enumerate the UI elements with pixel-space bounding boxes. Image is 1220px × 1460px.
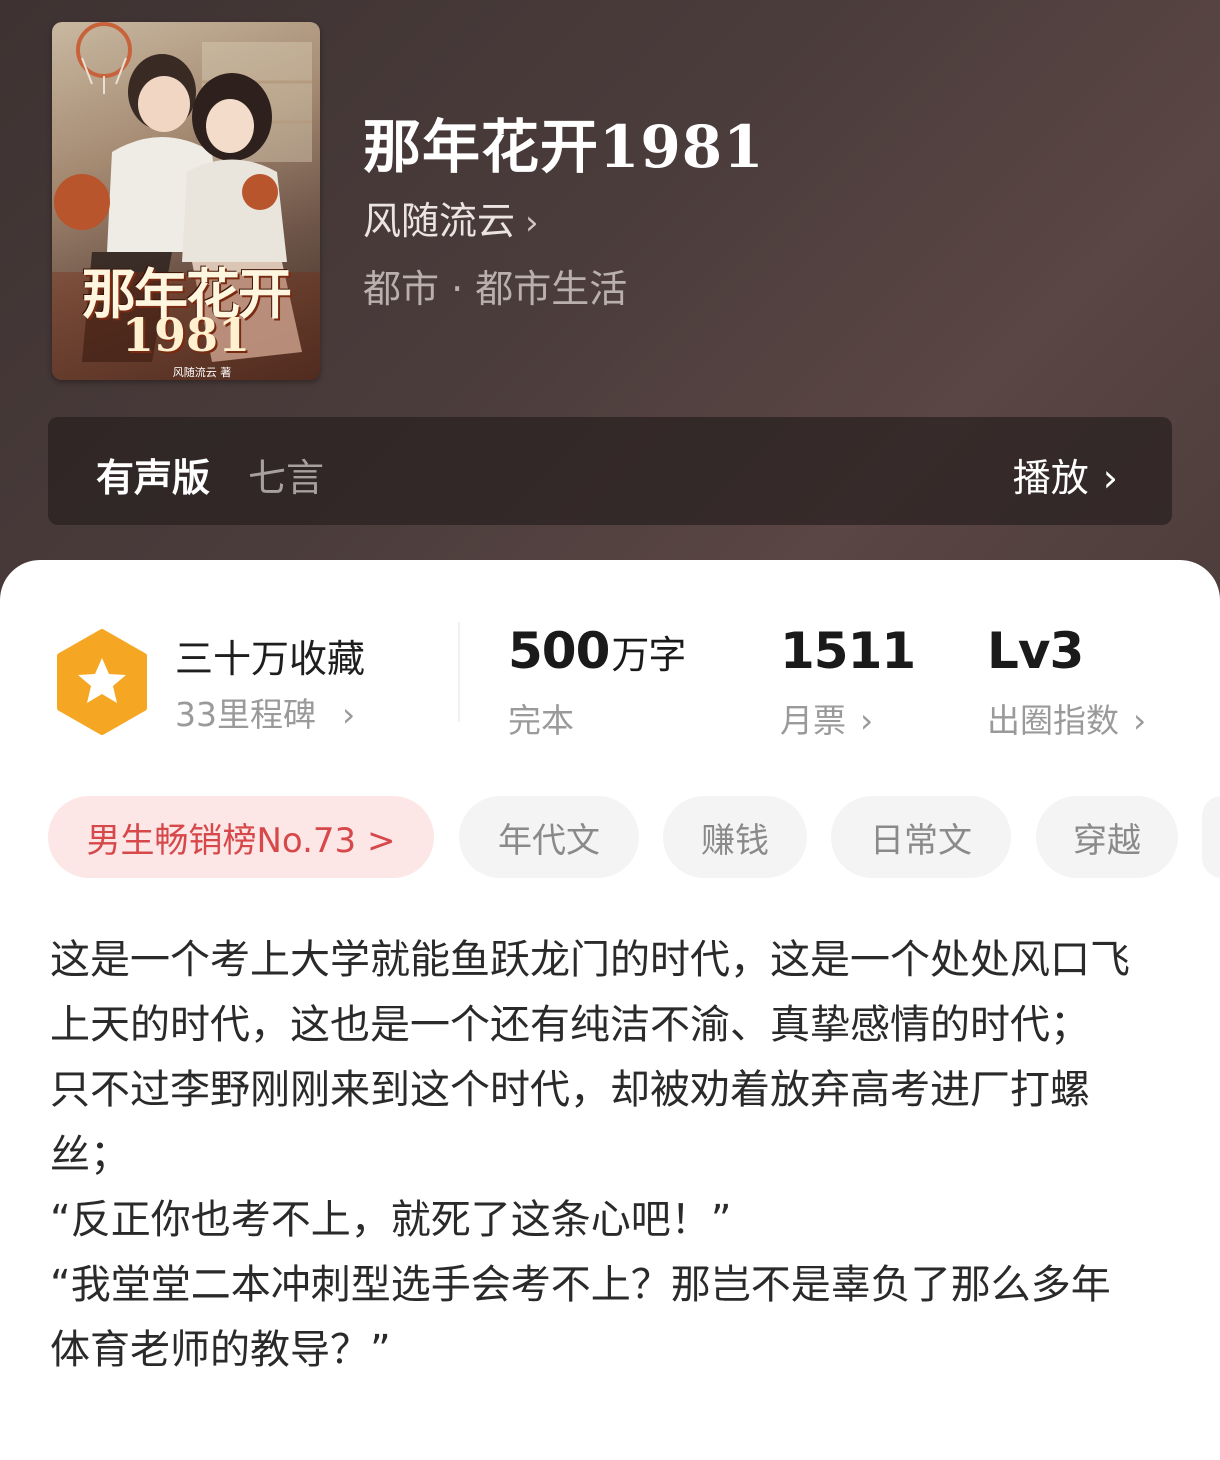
popularity-level: Lv3 — [987, 622, 1084, 680]
book-title: 那年花开1981 — [363, 113, 765, 181]
book-cover[interactable]: 那年花开 1981 风随流云 著 — [52, 22, 320, 380]
chevron-right-icon: › — [1102, 456, 1118, 500]
word-count-unit: 万字 — [611, 633, 686, 677]
author-name: 风随流云 — [363, 199, 516, 243]
popularity-index-label: 出圈指数 — [987, 701, 1119, 740]
play-label: 播放 — [1012, 456, 1089, 500]
tag-daily-life[interactable]: 日常文 — [831, 796, 1011, 878]
stats-divider — [458, 622, 460, 722]
cover-year-text: 1981 — [121, 308, 251, 362]
chevron-right-icon: › — [525, 203, 539, 243]
ranking-tag[interactable]: 男生畅销榜No.73 > — [48, 796, 434, 878]
tag-make-money[interactable]: 赚钱 — [663, 796, 807, 878]
author-link[interactable]: 风随流云 › — [363, 190, 539, 245]
chevron-right-icon: › — [860, 701, 874, 740]
monthly-votes-label: 月票 — [780, 701, 846, 740]
tag-time-travel[interactable]: 穿越 — [1036, 796, 1178, 878]
play-button[interactable]: 播放 › — [1013, 447, 1118, 502]
audio-narrator: 七言 — [248, 456, 325, 500]
monthly-votes-count: 1511 — [780, 622, 916, 680]
audio-version-label: 有声版 — [96, 456, 211, 500]
word-count: 500万字 — [508, 622, 686, 680]
book-header: 那年花开 1981 风随流云 著 那年花开1981 风随流云 › 都市 · 都市生… — [0, 0, 1220, 600]
milestone-link[interactable]: 33里程碑 › — [175, 688, 355, 736]
tag-overflow[interactable] — [1202, 796, 1220, 878]
favorites-count: 三十万收藏 — [175, 637, 366, 681]
description-paragraph: 这是一个考上大学就能鱼跃龙门的时代，这是一个处处风口飞上天的时代，这也是一个还有… — [50, 937, 1130, 1048]
audio-version-bar[interactable]: 有声版 七言 播放 › — [48, 417, 1172, 525]
cover-author-text: 风随流云 著 — [172, 366, 232, 379]
star-badge-icon — [57, 629, 147, 735]
chevron-right-icon: › — [342, 695, 356, 734]
description-paragraph: 只不过李野刚刚来到这个时代，却被劝着放弃高考进厂打螺丝； — [50, 1067, 1090, 1178]
description-paragraph: “我堂堂二本冲刺型选手会考不上？那岂不是辜负了那么多年体育老师的教导？” — [50, 1262, 1111, 1373]
word-count-number: 500 — [508, 622, 610, 680]
description-paragraph: “反正你也考不上，就死了这条心吧！” — [50, 1197, 732, 1243]
chevron-right-icon: › — [1133, 701, 1147, 740]
book-description: 这是一个考上大学就能鱼跃龙门的时代，这是一个处处风口飞上天的时代，这也是一个还有… — [50, 928, 1140, 1383]
popularity-index-link[interactable]: 出圈指数 › — [987, 694, 1146, 742]
milestone-label: 33里程碑 — [175, 695, 316, 734]
monthly-votes-link[interactable]: 月票 › — [780, 694, 873, 742]
completion-status: 完本 — [508, 701, 574, 740]
tag-era-fiction[interactable]: 年代文 — [459, 796, 639, 878]
genre-label: 都市 · 都市生活 — [363, 267, 628, 311]
